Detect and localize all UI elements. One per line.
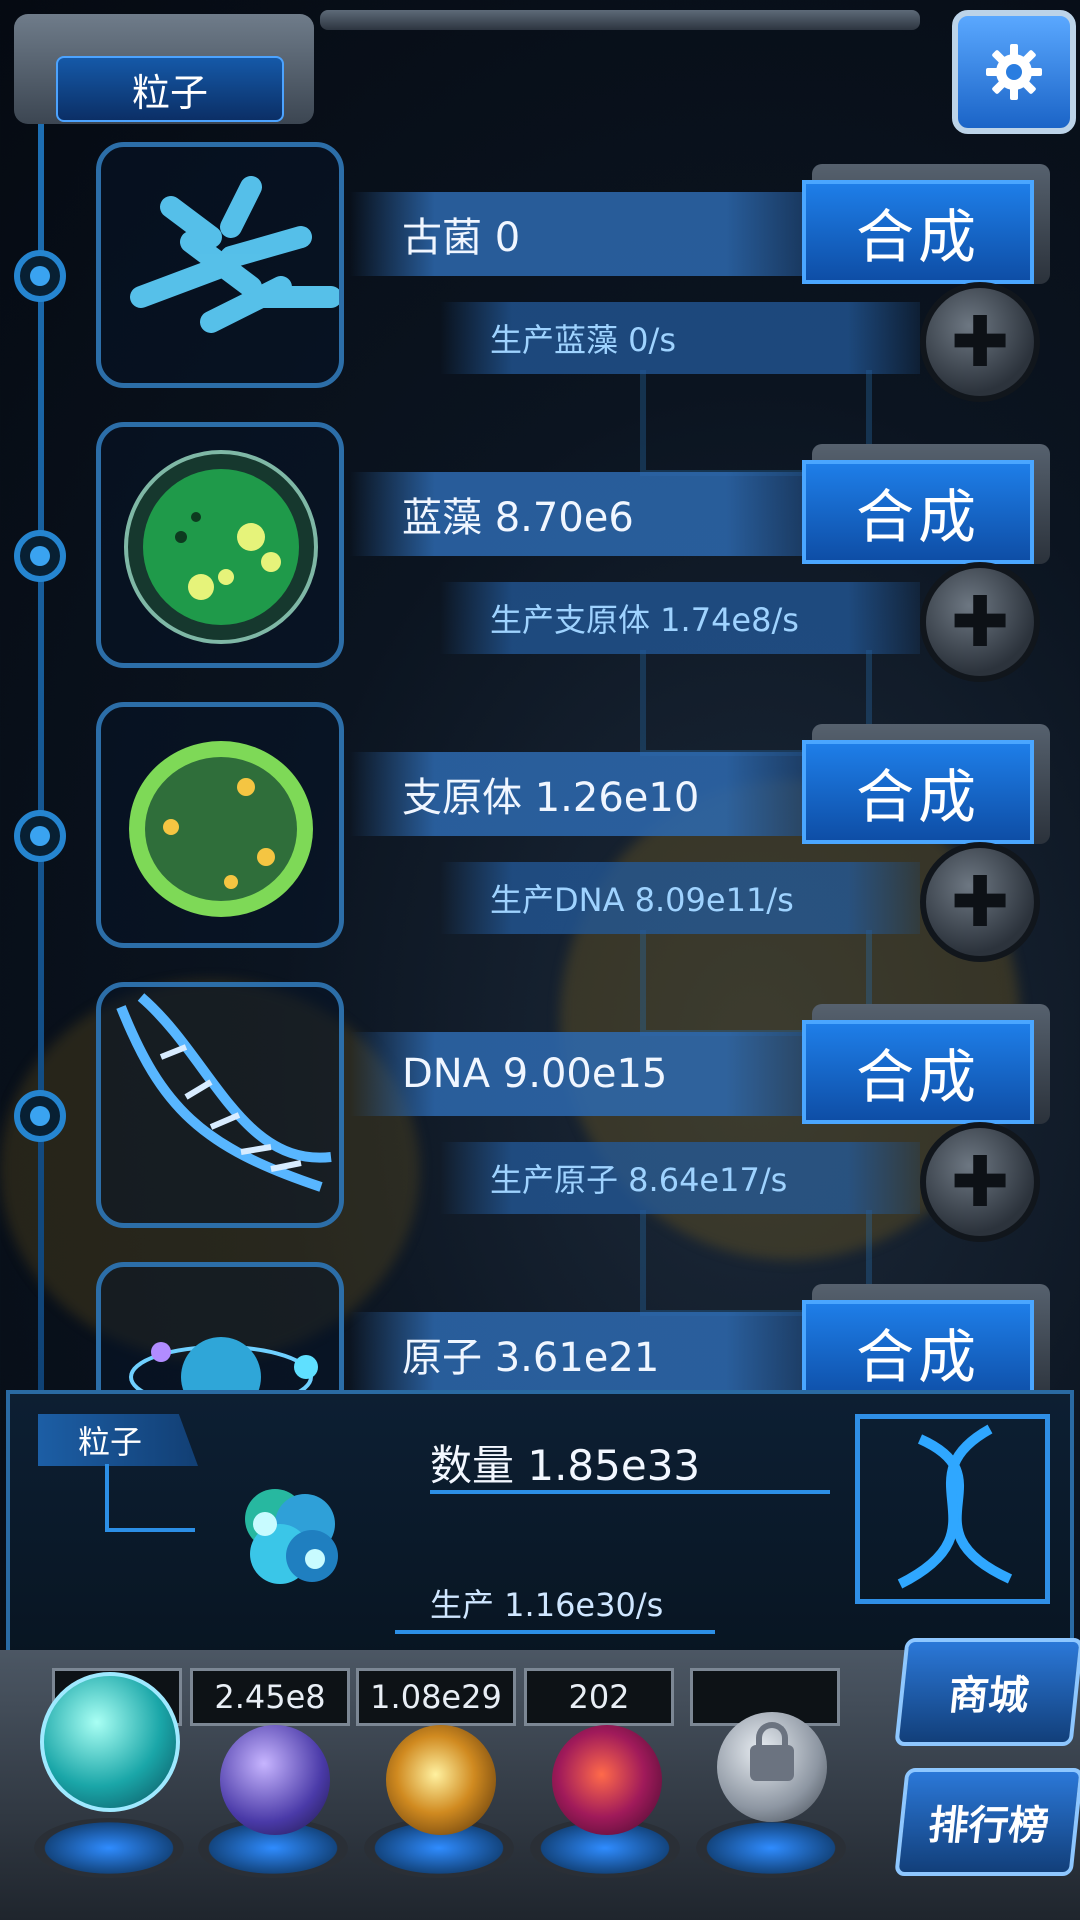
synthesize-button[interactable]: 合成 bbox=[802, 740, 1034, 844]
unit-production: 生产蓝藻 0/s bbox=[440, 302, 920, 374]
settings-button[interactable] bbox=[952, 10, 1076, 134]
top-frame bbox=[320, 10, 920, 30]
unit-row-mycoplasma: 支原体 1.26e10 生产DNA 8.09e11/s 合成 ✚ bbox=[0, 702, 1080, 962]
resource-counter: 2.45e8 bbox=[190, 1668, 350, 1726]
plus-icon: ✚ bbox=[950, 301, 1010, 383]
top-tab-label: 粒子 bbox=[56, 56, 284, 122]
cyanobacteria-icon bbox=[124, 450, 318, 644]
plus-icon: ✚ bbox=[950, 1141, 1010, 1223]
unit-row-dna: DNA 9.00e15 生产原子 8.64e17/s 合成 ✚ bbox=[0, 982, 1080, 1242]
cyanobacteria-icon-box bbox=[96, 422, 344, 668]
unit-name: 支原体 1.26e10 bbox=[350, 752, 820, 836]
plus-icon: ✚ bbox=[950, 861, 1010, 943]
orb-pedestal bbox=[696, 1818, 846, 1878]
particle-production: 生产 1.16e30/s bbox=[430, 1586, 664, 1624]
upgrade-plus-button[interactable]: ✚ bbox=[920, 282, 1040, 402]
unit-name: DNA 9.00e15 bbox=[350, 1032, 820, 1116]
dna-icon bbox=[116, 993, 332, 1192]
synthesize-button[interactable]: 合成 bbox=[802, 460, 1034, 564]
galaxy-orb-icon[interactable] bbox=[386, 1725, 496, 1835]
upgrade-plus-button[interactable]: ✚ bbox=[920, 842, 1040, 962]
particle-orb-icon[interactable] bbox=[40, 1672, 180, 1812]
unit-production: 生产原子 8.64e17/s bbox=[440, 1142, 920, 1214]
unit-name: 古菌 0 bbox=[350, 192, 820, 276]
lightning-orb-icon[interactable] bbox=[220, 1725, 330, 1835]
orb-pedestal bbox=[34, 1818, 184, 1878]
brain-orb-icon[interactable] bbox=[552, 1725, 662, 1835]
dna-icon-box bbox=[96, 982, 344, 1228]
resource-counter: 202 bbox=[524, 1668, 674, 1726]
mycoplasma-icon bbox=[129, 741, 313, 917]
particle-panel: 粒子 数量 1.85e33 生产 1.16e30/s bbox=[6, 1390, 1074, 1660]
resource-counter: 1.08e29 bbox=[356, 1668, 516, 1726]
molecule-frame bbox=[855, 1414, 1050, 1604]
panel-tag: 粒子 bbox=[38, 1414, 198, 1466]
unit-name: 蓝藻 8.70e6 bbox=[350, 472, 820, 556]
particle-cluster-icon bbox=[245, 1489, 338, 1584]
lock-body bbox=[750, 1745, 794, 1781]
archaea-icon bbox=[130, 176, 339, 333]
upgrade-plus-button[interactable]: ✚ bbox=[920, 1122, 1040, 1242]
gear-icon bbox=[986, 44, 1042, 100]
unit-production: 生产DNA 8.09e11/s bbox=[440, 862, 920, 934]
particle-quantity: 数量 1.85e33 bbox=[430, 1441, 701, 1490]
upgrade-plus-button[interactable]: ✚ bbox=[920, 562, 1040, 682]
archaea-icon-box bbox=[96, 142, 344, 388]
circuit-line bbox=[105, 1528, 195, 1532]
shop-button[interactable]: 商城 bbox=[894, 1638, 1080, 1746]
mycoplasma-icon-box bbox=[96, 702, 344, 948]
synthesize-button[interactable]: 合成 bbox=[802, 1300, 1034, 1404]
molecule-dna-icon bbox=[897, 1424, 1013, 1589]
synthesize-button[interactable]: 合成 bbox=[802, 180, 1034, 284]
circuit-line bbox=[395, 1630, 715, 1634]
unit-production: 生产支原体 1.74e8/s bbox=[440, 582, 920, 654]
unit-name: 原子 3.61e21 bbox=[350, 1312, 820, 1396]
circuit-line bbox=[105, 1464, 109, 1530]
top-tab[interactable]: 粒子 bbox=[14, 14, 314, 124]
leaderboard-button[interactable]: 排行榜 bbox=[894, 1768, 1080, 1876]
unit-row-cyanobacteria: 蓝藻 8.70e6 生产支原体 1.74e8/s 合成 ✚ bbox=[0, 422, 1080, 682]
plus-icon: ✚ bbox=[950, 581, 1010, 663]
unit-row-archaea: 古菌 0 生产蓝藻 0/s 合成 ✚ bbox=[0, 142, 1080, 402]
synthesize-button[interactable]: 合成 bbox=[802, 1020, 1034, 1124]
